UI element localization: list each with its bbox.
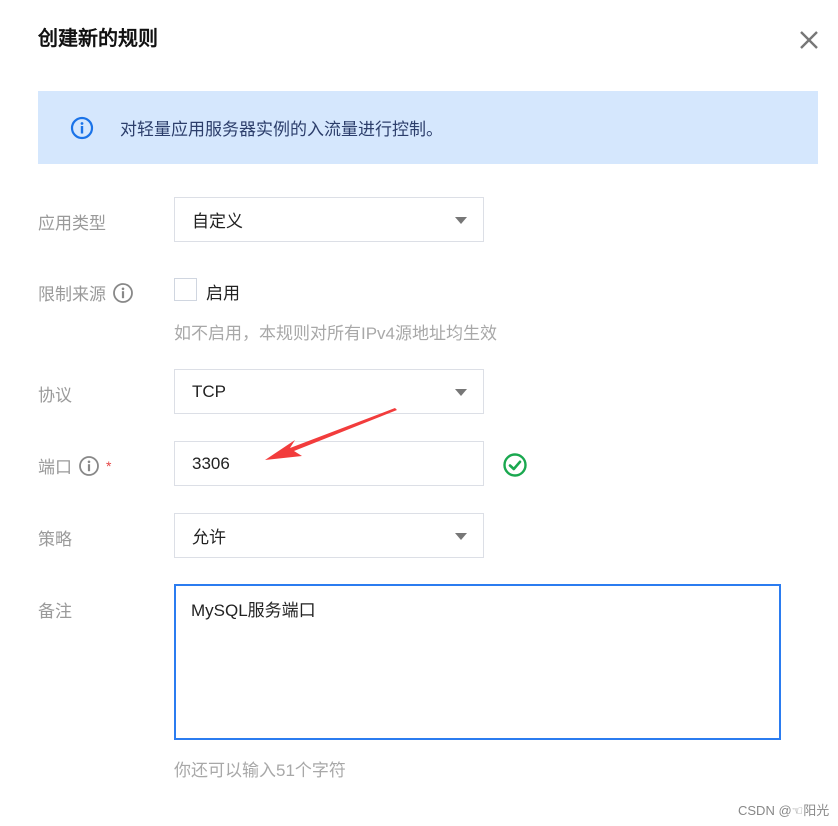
port-value: 3306 [192, 453, 230, 473]
dialog-title: 创建新的规则 [38, 28, 158, 50]
banner-text: 对轻量应用服务器实例的入流量进行控制。 [120, 120, 443, 139]
app-type-label-text: 应用类型 [38, 214, 106, 233]
app-type-select[interactable]: 自定义 [174, 197, 484, 242]
enable-checkbox-label[interactable]: 启用 [206, 279, 240, 304]
caret-down-icon [455, 217, 467, 224]
required-mark: * [106, 457, 112, 474]
info-icon[interactable] [78, 455, 100, 477]
policy-label: 策略 [38, 525, 72, 550]
restrict-source-label: 限制来源 [38, 280, 134, 305]
port-input[interactable]: 3306 [174, 441, 484, 486]
protocol-select[interactable]: TCP [174, 369, 484, 414]
check-circle-icon [503, 453, 527, 477]
protocol-value: TCP [192, 381, 226, 401]
restrict-source-label-text: 限制来源 [38, 285, 106, 304]
protocol-label-text: 协议 [38, 386, 72, 405]
remark-label: 备注 [38, 597, 72, 622]
enable-checkbox[interactable] [174, 278, 197, 301]
close-icon[interactable] [796, 27, 822, 53]
app-type-value: 自定义 [192, 212, 243, 231]
remark-textarea[interactable]: MySQL服务端口 [174, 584, 781, 740]
info-banner: 对轻量应用服务器实例的入流量进行控制。 [38, 91, 818, 164]
watermark: CSDN @☜阳光 [738, 803, 830, 818]
remark-counter-hint: 你还可以输入51个字符 [174, 761, 346, 780]
policy-value: 允许 [192, 528, 226, 547]
policy-select[interactable]: 允许 [174, 513, 484, 558]
protocol-label: 协议 [38, 381, 72, 406]
caret-down-icon [455, 389, 467, 396]
remark-label-text: 备注 [38, 602, 72, 621]
info-circle-icon [70, 116, 94, 139]
info-icon[interactable] [112, 282, 134, 304]
policy-label-text: 策略 [38, 530, 72, 549]
caret-down-icon [455, 533, 467, 540]
restrict-source-hint: 如不启用，本规则对所有IPv4源地址均生效 [174, 324, 498, 343]
port-label: 端口 * [38, 453, 111, 478]
app-type-label: 应用类型 [38, 209, 106, 234]
port-label-text: 端口 [38, 458, 72, 477]
